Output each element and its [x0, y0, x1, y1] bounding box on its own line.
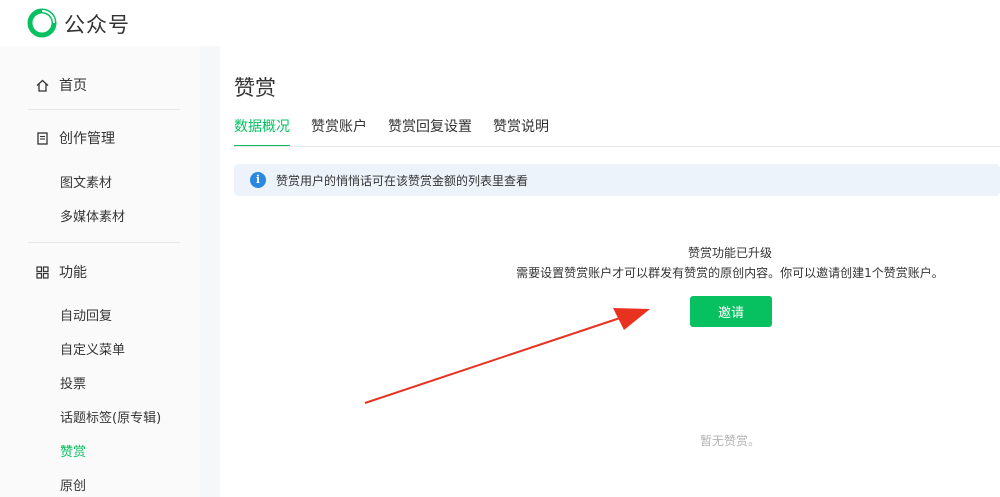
tab-bar: 数据概况 赞赏账户 赞赏回复设置 赞赏说明	[234, 117, 549, 147]
sidebar-item-original[interactable]: 原创	[60, 475, 86, 494]
tab-reward-account[interactable]: 赞赏账户	[311, 117, 367, 147]
brand-name[interactable]: 公众号	[64, 9, 130, 39]
sidebar-item-label: 首页	[59, 78, 87, 94]
top-bar: 公众号	[0, 0, 1000, 46]
sidebar-item-custom-menu[interactable]: 自定义菜单	[60, 339, 125, 358]
sidebar-item-home[interactable]: 首页	[36, 75, 87, 95]
sidebar: 首页 创作管理 图文素材 多媒体素材 功能 自动回复 自定义菜单 投票 话题标签…	[0, 46, 200, 497]
tab-reward-description[interactable]: 赞赏说明	[493, 117, 549, 147]
sidebar-divider	[28, 109, 180, 110]
notice-banner: i 赞赏用户的悄悄话可在该赞赏金额的列表里查看	[234, 164, 1000, 196]
notice-text: 赞赏用户的悄悄话可在该赞赏金额的列表里查看	[276, 173, 529, 188]
tab-data-overview[interactable]: 数据概况	[234, 117, 290, 147]
sidebar-item-reward[interactable]: 赞赏	[60, 441, 86, 460]
wechat-oa-logo-icon[interactable]	[27, 8, 57, 38]
tab-divider	[234, 146, 1000, 147]
upgrade-description: 需要设置赞赏账户才可以群发有赞赏的原创内容。你可以邀请创建1个赞赏账户。	[516, 266, 944, 280]
sidebar-divider	[28, 242, 180, 243]
sidebar-item-topic-tags[interactable]: 话题标签(原专辑)	[60, 407, 161, 426]
sidebar-item-vote[interactable]: 投票	[60, 373, 86, 392]
sidebar-item-media[interactable]: 多媒体素材	[60, 206, 125, 225]
empty-state-text: 暂无赞赏。	[699, 434, 760, 448]
sidebar-section-label: 创作管理	[59, 131, 115, 147]
info-icon: i	[250, 172, 266, 188]
grid-icon	[36, 265, 49, 279]
main-panel: 赞赏 数据概况 赞赏账户 赞赏回复设置 赞赏说明 i 赞赏用户的悄悄话可在该赞赏…	[220, 46, 1000, 497]
sidebar-section-label: 功能	[59, 265, 87, 281]
tab-reward-reply-settings[interactable]: 赞赏回复设置	[388, 117, 472, 147]
sidebar-section-creation[interactable]: 创作管理	[36, 128, 115, 148]
sidebar-item-auto-reply[interactable]: 自动回复	[60, 305, 112, 324]
invite-button[interactable]: 邀请	[690, 296, 772, 327]
document-icon	[37, 131, 48, 145]
upgrade-title: 赞赏功能已升级	[687, 246, 772, 260]
sidebar-item-articles[interactable]: 图文素材	[60, 172, 112, 191]
home-icon	[36, 79, 49, 92]
page-title: 赞赏	[234, 76, 276, 100]
sidebar-section-features[interactable]: 功能	[36, 262, 87, 282]
